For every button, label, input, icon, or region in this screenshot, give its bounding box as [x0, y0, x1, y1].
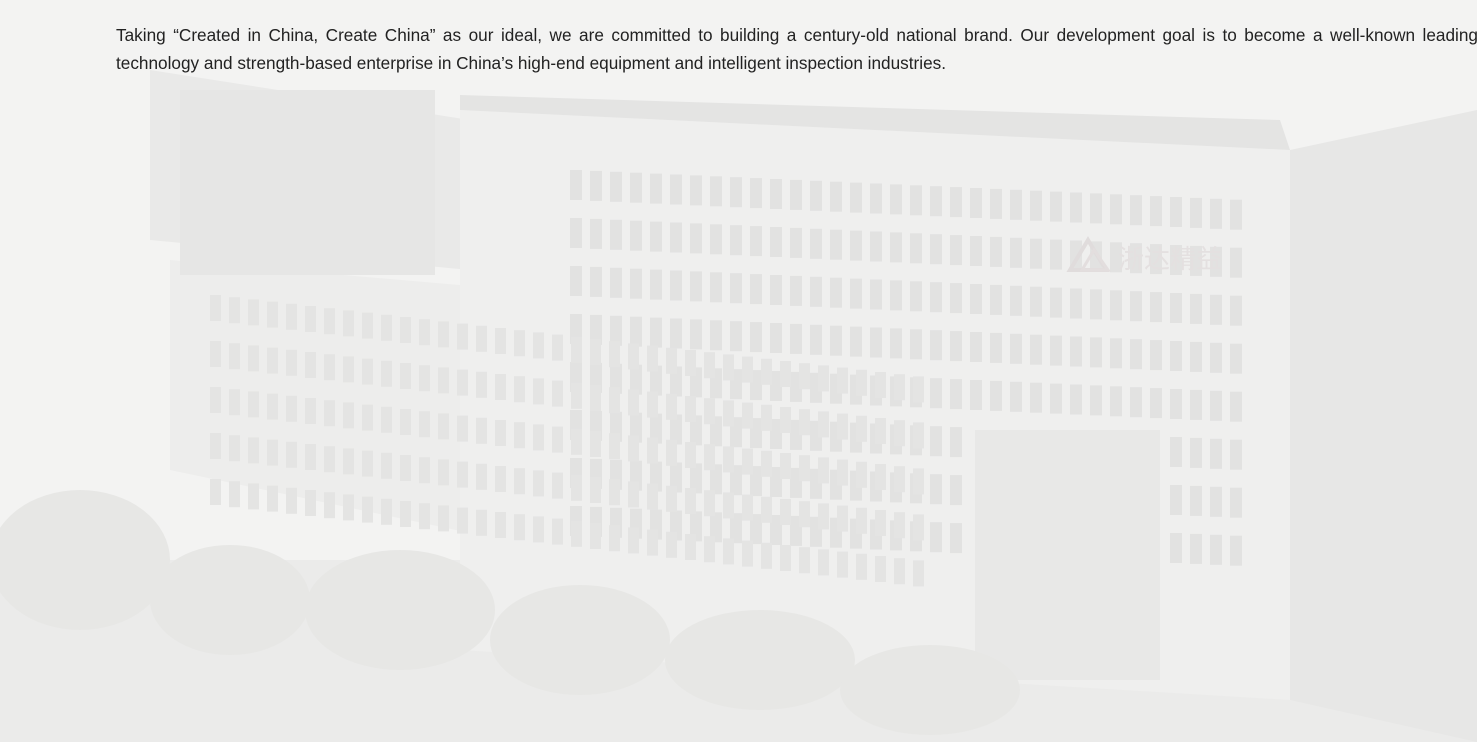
logo-watermark-text: 浙达精益 [1118, 245, 1222, 275]
building-background-image [0, 0, 1477, 742]
company-logo-watermark: 浙达精益 [1066, 236, 1222, 275]
company-ideal-paragraph: Taking “Created in China, Create China” … [116, 25, 1477, 73]
company-ideal-section: 浙达精益 Taking “Created in China, Create Ch… [0, 0, 1477, 742]
